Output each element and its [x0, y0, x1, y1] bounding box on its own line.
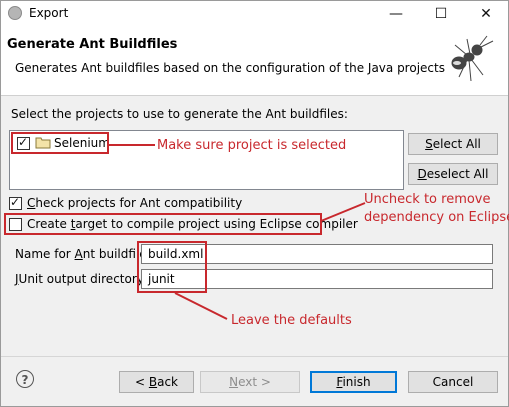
annotation-uncheck-1: Uncheck to remove — [364, 192, 491, 207]
eclipse-icon — [8, 6, 22, 20]
buildfile-label: Name for Ant buildfile: — [15, 247, 151, 261]
check-compat-checkbox[interactable] — [9, 195, 22, 210]
projects-label: Select the projects to use to generate t… — [11, 107, 348, 121]
check-compat-label: Check projects for Ant compatibility — [27, 196, 243, 210]
annotation-defaults: Leave the defaults — [231, 313, 352, 328]
back-button[interactable]: < Back — [119, 371, 194, 393]
wizard-header: Generate Ant Buildfiles Generates Ant bu… — [1, 27, 508, 96]
footer-divider — [1, 356, 508, 357]
help-icon[interactable]: ? — [16, 370, 34, 388]
close-button[interactable]: ✕ — [464, 1, 508, 27]
deselect-all-button[interactable]: Deselect All — [408, 163, 498, 185]
export-dialog: Export — ☐ ✕ Generate Ant Buildfiles Gen… — [0, 0, 509, 407]
select-all-button[interactable]: Select All — [408, 133, 498, 155]
annotation-project: Make sure project is selected — [157, 138, 347, 153]
maximize-button[interactable]: ☐ — [419, 1, 463, 27]
ant-icon — [451, 35, 494, 82]
junit-label: JUnit output directory: — [15, 272, 148, 286]
annotation-arrow — [109, 144, 155, 146]
cancel-button[interactable]: Cancel — [408, 371, 498, 393]
title-bar: Export — ☐ ✕ — [1, 1, 508, 27]
page-title: Generate Ant Buildfiles — [7, 37, 178, 52]
highlight-project — [11, 132, 109, 154]
page-description: Generates Ant buildfiles based on the co… — [15, 61, 445, 75]
annotation-uncheck-2: dependency on Eclipse — [364, 210, 509, 225]
highlight-create-target — [4, 213, 322, 235]
annotation-arrow-line — [320, 202, 366, 222]
annotation-arrow-defaults — [174, 292, 228, 320]
finish-button[interactable]: Finish — [310, 371, 397, 393]
window-title: Export — [29, 6, 69, 20]
minimize-button[interactable]: — — [374, 1, 418, 27]
next-button[interactable]: Next > — [200, 371, 300, 393]
highlight-defaults — [137, 241, 207, 293]
